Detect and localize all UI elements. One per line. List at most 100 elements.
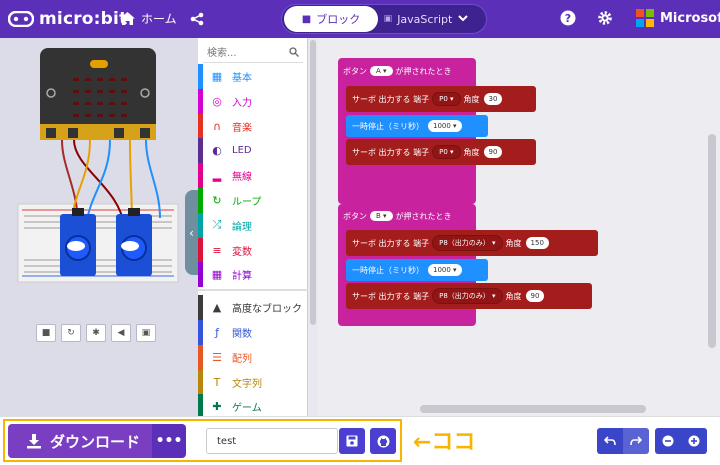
headphones-icon: ∩ bbox=[212, 119, 222, 133]
servo-b1-block[interactable]: サーボ 出力する 端子 P8（出力のみ） ▾ 角度 150 bbox=[346, 230, 598, 256]
button-a-dropdown[interactable]: A ▾ bbox=[370, 66, 393, 76]
pin-dropdown[interactable]: P0 ▾ bbox=[432, 145, 461, 159]
angle-input[interactable]: 90 bbox=[483, 146, 503, 158]
category-color-bar bbox=[198, 237, 203, 263]
pause-ms-dropdown[interactable]: 1000 ▾ bbox=[428, 120, 462, 132]
category-color-bar bbox=[198, 88, 203, 114]
event-b-prefix: ボタン bbox=[343, 211, 367, 221]
save-icon bbox=[346, 435, 358, 447]
angle-input[interactable]: 150 bbox=[525, 237, 549, 249]
toolbox-category-9[interactable]: ▲ 高度なブロック bbox=[198, 295, 308, 321]
microbit-icon bbox=[8, 11, 34, 27]
download-icon bbox=[27, 434, 41, 449]
toolbox-category-5[interactable]: ↻ ループ bbox=[198, 188, 308, 213]
category-color-bar bbox=[198, 295, 203, 321]
pause-ms-dropdown[interactable]: 1000 ▾ bbox=[428, 264, 462, 276]
pin-dropdown[interactable]: P8（出力のみ） ▾ bbox=[432, 288, 503, 304]
github-button[interactable] bbox=[370, 428, 396, 454]
toolbox-category-7[interactable]: ≡ 変数 bbox=[198, 237, 308, 263]
workspace-vertical-scrollbar[interactable] bbox=[708, 134, 716, 348]
toolbox-scrollbar[interactable] bbox=[308, 38, 318, 416]
refresh-icon: ↻ bbox=[212, 194, 222, 207]
category-label: 基本 bbox=[232, 73, 252, 84]
tab-javascript-label: JavaScript bbox=[397, 12, 453, 26]
text-icon: T bbox=[213, 375, 221, 389]
simulator-board[interactable] bbox=[0, 38, 198, 283]
toolbox-category-1[interactable]: ◎ 入力 bbox=[198, 88, 308, 114]
download-button[interactable]: ダウンロード bbox=[8, 424, 152, 458]
stop-button[interactable]: ■ bbox=[36, 324, 56, 342]
svg-text:?: ? bbox=[565, 12, 571, 25]
category-label: 高度なブロック bbox=[232, 304, 302, 316]
search-icon bbox=[289, 46, 299, 57]
tab-blocks-label: ブロック bbox=[316, 13, 361, 26]
collapse-simulator-button[interactable]: ‹ bbox=[185, 190, 198, 275]
chevron-down-icon[interactable] bbox=[458, 12, 468, 25]
home-button[interactable]: ホーム bbox=[120, 10, 177, 27]
mute-button[interactable]: ◀ bbox=[111, 324, 131, 342]
event-a-suffix: が押されたとき bbox=[395, 66, 452, 76]
toolbox-category-8[interactable]: ▦ 計算 bbox=[198, 262, 308, 288]
zoom-out-button[interactable] bbox=[655, 428, 681, 454]
share-icon[interactable] bbox=[190, 11, 204, 30]
category-label: 文字列 bbox=[232, 378, 262, 390]
pin-dropdown[interactable]: P8（出力のみ） ▾ bbox=[432, 235, 503, 251]
servo-b2-block[interactable]: サーボ 出力する 端子 P8（出力のみ） ▾ 角度 90 bbox=[346, 283, 592, 309]
toolbox-category-11[interactable]: ☰ 配列 bbox=[198, 344, 308, 370]
toolbox-search[interactable]: 検索... bbox=[203, 41, 303, 63]
pause-b-block[interactable]: 一時停止（ミリ秒） 1000 ▾ bbox=[346, 259, 488, 281]
toggle-icon: ◐ bbox=[212, 144, 222, 158]
restart-icon: ↻ bbox=[67, 328, 75, 338]
toolbox-category-12[interactable]: T 文字列 bbox=[198, 369, 308, 395]
category-label: 計算 bbox=[232, 271, 252, 283]
debug-button[interactable]: ✱ bbox=[86, 324, 106, 342]
puzzle-icon: ■ bbox=[301, 13, 312, 25]
list-icon: ≡ bbox=[212, 243, 222, 257]
pin-dropdown[interactable]: P0 ▾ bbox=[432, 92, 461, 106]
undo-button[interactable] bbox=[597, 428, 623, 454]
stop-icon: ■ bbox=[41, 328, 51, 338]
redo-button[interactable] bbox=[623, 428, 649, 454]
toolbox-category-10[interactable]: ƒ 関数 bbox=[198, 320, 308, 345]
angle-input[interactable]: 90 bbox=[525, 290, 545, 302]
microsoft-label: Microsoft bbox=[660, 10, 720, 26]
category-color-bar bbox=[198, 320, 203, 345]
microbit-logo[interactable]: micro:bit bbox=[8, 9, 127, 29]
search-placeholder: 検索... bbox=[207, 48, 237, 59]
toolbox-category-2[interactable]: ∩ 音楽 bbox=[198, 113, 308, 139]
servo-a2-block[interactable]: サーボ 出力する 端子 P0 ▾ 角度 90 bbox=[346, 139, 536, 165]
fullscreen-button[interactable]: ▣ bbox=[136, 324, 156, 342]
event-b-suffix: が押されたとき bbox=[395, 211, 452, 221]
save-button[interactable] bbox=[339, 428, 365, 454]
button-b-dropdown[interactable]: B ▾ bbox=[370, 211, 393, 221]
toolbox-category-4[interactable]: ▂ 無線 bbox=[198, 163, 308, 189]
angle-input[interactable]: 30 bbox=[483, 93, 503, 105]
microsoft-logo[interactable]: Microsoft bbox=[636, 9, 720, 27]
project-name-input[interactable] bbox=[206, 428, 338, 454]
toolbox-divider bbox=[198, 289, 308, 292]
grid-icon: ▦ bbox=[211, 70, 223, 83]
toolbox-category-6[interactable]: ⤮ 論理 bbox=[198, 212, 308, 238]
category-color-bar bbox=[198, 188, 203, 213]
gear-icon[interactable] bbox=[597, 10, 613, 30]
github-icon bbox=[377, 435, 389, 447]
pause-a-block[interactable]: 一時停止（ミリ秒） 1000 ▾ bbox=[346, 115, 488, 137]
category-color-bar bbox=[198, 163, 203, 189]
tab-javascript[interactable]: ▣ JavaScript bbox=[378, 6, 458, 32]
on-button-a-header: ボタン A ▾ が押されたとき bbox=[343, 63, 452, 79]
restart-button[interactable]: ↻ bbox=[61, 324, 81, 342]
toolbox-category-0[interactable]: ▦ 基本 bbox=[198, 64, 308, 89]
servo-a1-block[interactable]: サーボ 出力する 端子 P0 ▾ 角度 30 bbox=[346, 86, 536, 112]
shuffle-icon: ⤮ bbox=[212, 218, 222, 232]
tab-blocks[interactable]: ■ ブロック bbox=[284, 6, 378, 32]
more-options-button[interactable]: ••• bbox=[152, 424, 186, 458]
help-icon[interactable]: ? bbox=[560, 10, 576, 30]
calculator-icon: ▦ bbox=[211, 268, 223, 282]
function-icon: ƒ bbox=[215, 326, 219, 339]
workspace-horizontal-scrollbar[interactable] bbox=[420, 405, 646, 413]
zoom-in-button[interactable] bbox=[681, 428, 707, 454]
category-color-bar bbox=[198, 212, 203, 238]
blocks-workspace[interactable]: ボタン A ▾ が押されたとき サーボ 出力する 端子 P0 ▾ 角度 30 一… bbox=[318, 38, 720, 416]
array-icon: ☰ bbox=[212, 350, 222, 364]
toolbox-category-3[interactable]: ◐ LED bbox=[198, 138, 308, 164]
